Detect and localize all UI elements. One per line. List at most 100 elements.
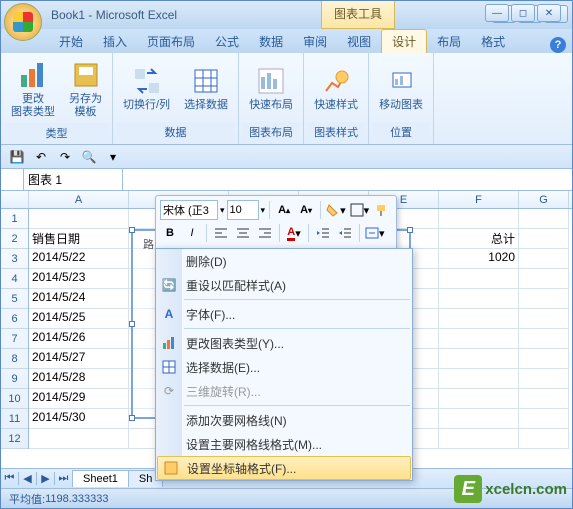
name-box[interactable]: 图表 1 [23,168,123,191]
sheet-tab-1[interactable]: Sheet1 [72,470,129,487]
tab-pagelayout[interactable]: 页面布局 [137,30,205,53]
undo-icon[interactable]: ↶ [31,147,51,167]
sheet-nav-last[interactable]: ⏭ [55,472,73,485]
grow-font-icon[interactable]: A▴ [274,200,294,220]
doc-restore[interactable]: ◻ [511,4,535,22]
ctx-major-gridlines-format[interactable]: 设置主要网格线格式(M)... [156,432,412,456]
rowhead-10[interactable]: 10 [1,389,28,409]
colhead-f[interactable]: F [439,191,519,208]
cell-F6[interactable] [439,309,519,329]
ctx-change-chart-type[interactable]: 更改图表类型(Y)... [156,331,412,355]
fill-color-icon[interactable]: ▾ [325,200,347,220]
ctx-delete[interactable]: 删除(D) [156,249,412,273]
cell-G4[interactable] [519,269,569,289]
cell-F12[interactable] [439,429,519,449]
sheet-nav-prev[interactable]: ◀ [19,472,37,485]
cell-A8[interactable]: 2014/5/27 [29,349,129,369]
ctx-add-minor-gridlines[interactable]: 添加次要网格线(N) [156,408,412,432]
rowhead-11[interactable]: 11 [1,409,28,429]
print-preview-icon[interactable]: 🔍 [79,147,99,167]
align-left-icon[interactable] [211,223,231,243]
tab-layout[interactable]: 布局 [427,30,471,53]
doc-close[interactable]: ✕ [537,4,561,22]
cell-A3[interactable]: 2014/5/22 [29,249,129,269]
sheet-nav-first[interactable]: ⏮ [1,472,19,485]
save-icon[interactable]: 💾 [7,147,27,167]
tab-insert[interactable]: 插入 [93,30,137,53]
font-color-icon[interactable]: A▾ [284,223,304,243]
cell-A1[interactable] [29,209,129,229]
colhead-a[interactable]: A [29,191,129,208]
change-chart-type-button[interactable]: 更改 图表类型 [5,55,61,123]
cell-G8[interactable] [519,349,569,369]
merge-icon[interactable]: ▾ [364,223,386,243]
doc-minimize[interactable]: — [485,4,509,22]
qat-more-icon[interactable]: ▾ [103,147,123,167]
rowhead-9[interactable]: 9 [1,369,28,389]
rowhead-3[interactable]: 3 [1,249,28,269]
ctx-axis-format[interactable]: 设置坐标轴格式(F)... [157,456,411,480]
cell-G10[interactable] [519,389,569,409]
cell-F5[interactable] [439,289,519,309]
increase-indent-icon[interactable] [335,223,355,243]
font-combo[interactable] [160,200,218,220]
colhead-g[interactable]: G [519,191,569,208]
cell-A4[interactable]: 2014/5/23 [29,269,129,289]
cell-G5[interactable] [519,289,569,309]
switch-row-col-button[interactable]: 切换行/列 [117,61,176,116]
cell-G11[interactable] [519,409,569,429]
cell-F9[interactable] [439,369,519,389]
tab-design[interactable]: 设计 [381,29,427,53]
sheet-nav-next[interactable]: ▶ [37,472,55,485]
cell-A7[interactable]: 2014/5/26 [29,329,129,349]
bold-icon[interactable]: B [160,223,180,243]
cell-G2[interactable] [519,229,569,249]
save-template-button[interactable]: 另存为 模板 [63,55,108,123]
cell-A11[interactable]: 2014/5/30 [29,409,129,429]
shrink-font-icon[interactable]: A▾ [296,200,316,220]
align-center-icon[interactable] [233,223,253,243]
cell-F4[interactable] [439,269,519,289]
tab-format[interactable]: 格式 [471,30,515,53]
cell-F7[interactable] [439,329,519,349]
cell-G3[interactable] [519,249,569,269]
cell-G1[interactable] [519,209,569,229]
cell-F8[interactable] [439,349,519,369]
quick-style-button[interactable]: 快速样式 [308,61,364,116]
select-all-corner[interactable] [1,191,29,208]
rowhead-8[interactable]: 8 [1,349,28,369]
cell-A12[interactable] [29,429,129,449]
office-button[interactable] [4,3,42,41]
border-icon[interactable]: ▾ [349,200,371,220]
format-painter-icon[interactable] [372,200,392,220]
cell-F3[interactable]: 1020 [439,249,519,269]
decrease-indent-icon[interactable] [313,223,333,243]
italic-icon[interactable]: I [182,223,202,243]
cell-F11[interactable] [439,409,519,429]
ctx-select-data[interactable]: 选择数据(E)... [156,355,412,379]
rowhead-7[interactable]: 7 [1,329,28,349]
rowhead-1[interactable]: 1 [1,209,28,229]
rowhead-4[interactable]: 4 [1,269,28,289]
select-data-button[interactable]: 选择数据 [178,61,234,116]
size-combo[interactable] [227,200,259,220]
tab-formulas[interactable]: 公式 [205,30,249,53]
tab-view[interactable]: 视图 [337,30,381,53]
rowhead-6[interactable]: 6 [1,309,28,329]
align-right-icon[interactable] [255,223,275,243]
ctx-font[interactable]: A 字体(F)... [156,302,412,326]
cell-G9[interactable] [519,369,569,389]
cell-A10[interactable]: 2014/5/29 [29,389,129,409]
cell-A2[interactable]: 销售日期 [29,229,129,249]
rowhead-5[interactable]: 5 [1,289,28,309]
cell-G12[interactable] [519,429,569,449]
rowhead-2[interactable]: 2 [1,229,28,249]
rowhead-12[interactable]: 12 [1,429,28,449]
tab-home[interactable]: 开始 [49,30,93,53]
cell-F2[interactable]: 总计 [439,229,519,249]
cell-A6[interactable]: 2014/5/25 [29,309,129,329]
redo-icon[interactable]: ↷ [55,147,75,167]
cell-F1[interactable] [439,209,519,229]
cell-A5[interactable]: 2014/5/24 [29,289,129,309]
tab-review[interactable]: 审阅 [293,30,337,53]
